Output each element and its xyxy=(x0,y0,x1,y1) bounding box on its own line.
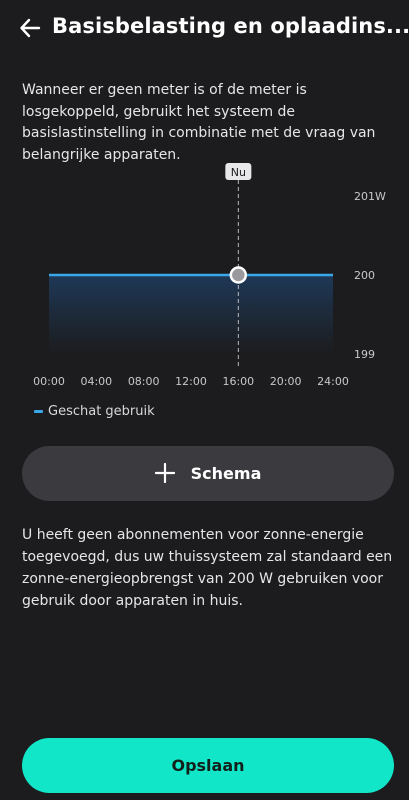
y-tick-label: 199 xyxy=(354,348,375,361)
solar-info-text: U heeft geen abonnementen voor zonne-ene… xyxy=(22,527,393,609)
legend-swatch xyxy=(34,410,43,413)
x-tick-label: 04:00 xyxy=(80,375,112,388)
now-point[interactable] xyxy=(229,266,248,284)
intro-text: Wanneer er geen meter is of de meter is … xyxy=(22,82,376,163)
x-tick-label: 16:00 xyxy=(222,375,254,388)
x-tick-label: 12:00 xyxy=(175,375,207,388)
schema-button[interactable]: Schema xyxy=(22,446,394,501)
arrow-left-icon xyxy=(20,18,41,38)
y-tick-label: 201W xyxy=(354,190,386,203)
x-tick-label: 24:00 xyxy=(317,375,349,388)
save-button-label: Opslaan xyxy=(171,756,245,775)
now-label: Nu xyxy=(231,166,246,179)
app-header: Basisbelasting en oplaadins... xyxy=(0,0,409,56)
schema-button-label: Schema xyxy=(190,464,262,483)
y-tick-label: 200 xyxy=(354,269,375,282)
back-button[interactable] xyxy=(14,12,46,44)
usage-chart: 201W 200 199 Nu 00:00 04:00 08:00 12:00 16:00 2… xyxy=(0,158,409,398)
series-area xyxy=(49,275,333,354)
plus-icon xyxy=(154,459,175,489)
x-tick-label: 08:00 xyxy=(128,375,160,388)
x-tick-label: 00:00 xyxy=(33,375,65,388)
legend-label: Geschat gebruik xyxy=(48,404,155,419)
page-title: Basisbelasting en oplaadins... xyxy=(52,14,409,38)
save-button[interactable]: Opslaan xyxy=(22,738,394,793)
chart-legend: Geschat gebruik xyxy=(34,404,155,419)
x-tick-label: 20:00 xyxy=(270,375,302,388)
